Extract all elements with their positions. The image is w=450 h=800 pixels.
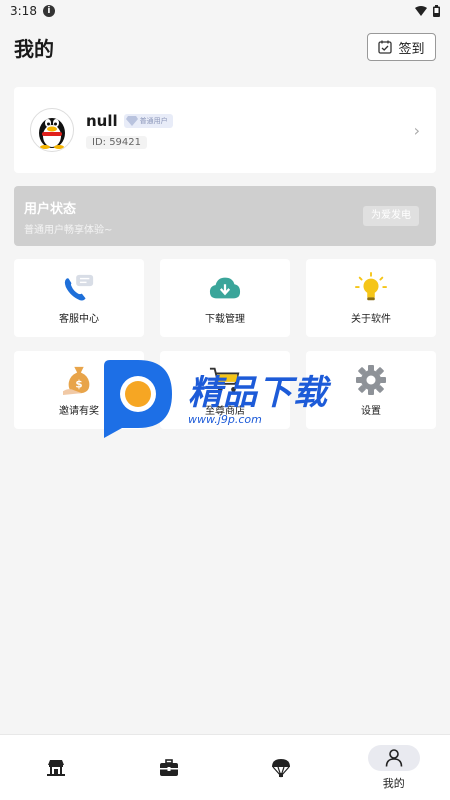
tile-label: 关于软件 <box>351 313 391 325</box>
lightbulb-icon <box>355 271 387 304</box>
info-icon: i <box>42 5 55 17</box>
signin-button[interactable]: 签到 <box>367 33 436 61</box>
signin-label: 签到 <box>398 41 425 57</box>
parachute-icon <box>255 755 307 781</box>
calendar-check-icon <box>378 40 393 54</box>
page-title: 我的 <box>14 36 54 61</box>
tile-label: 下载管理 <box>205 313 245 325</box>
tile-label: 邀请有奖 <box>59 405 99 417</box>
home-stall-icon <box>30 755 82 781</box>
profile-card[interactable]: null 普通用户 ID: 59421 › <box>14 87 436 173</box>
profile-info: null 普通用户 ID: 59421 <box>86 112 173 149</box>
status-bar: 3:18 i <box>0 0 450 22</box>
tile-download-manager[interactable]: 下载管理 <box>160 259 290 337</box>
wifi-icon <box>415 6 427 16</box>
support-button[interactable]: 为爱发电 <box>363 206 419 226</box>
nav-label-mine: 我的 <box>382 776 405 790</box>
money-bag-icon: $ <box>63 364 95 396</box>
penguin-avatar-icon <box>39 118 65 149</box>
user-status-banner: 用户状态 普通用户畅享体验~ 为爱发电 <box>14 186 436 246</box>
watermark-url: www.j9p.com <box>188 412 262 426</box>
gear-icon <box>355 364 387 396</box>
watermark-title: 精品下载 <box>188 372 328 413</box>
watermark-text: 精品下载 www.j9p.com <box>188 373 328 426</box>
nav-item-mine[interactable]: 我的 <box>338 735 450 800</box>
phone-chat-icon <box>63 272 95 304</box>
diamond-icon <box>125 115 138 126</box>
header: 我的 签到 <box>0 22 450 72</box>
person-icon <box>367 744 420 771</box>
avatar[interactable] <box>30 108 74 152</box>
tile-label: 设置 <box>361 405 381 417</box>
status-time: 3:18 <box>10 4 37 18</box>
chevron-right-icon: › <box>413 120 420 140</box>
svg-text:$: $ <box>75 378 82 390</box>
member-badge-label: 普通用户 <box>139 116 168 125</box>
cloud-download-icon <box>209 272 241 304</box>
tile-customer-service[interactable]: 客服中心 <box>14 259 144 337</box>
tile-about-app[interactable]: 关于软件 <box>306 259 436 337</box>
watermark: 精品下载 www.j9p.com <box>98 358 358 440</box>
battery-icon <box>433 5 440 17</box>
tile-label: 客服中心 <box>59 313 99 325</box>
toolbox-icon <box>143 755 195 781</box>
bottom-nav: 我的 <box>0 734 450 800</box>
watermark-logo-icon <box>104 360 172 438</box>
nav-item-toolbox[interactable] <box>113 735 226 800</box>
name-row: null 普通用户 <box>86 112 173 130</box>
username: null <box>86 111 118 130</box>
nav-item-home[interactable] <box>0 735 113 800</box>
status-icons <box>415 5 440 17</box>
nav-item-explore[interactable] <box>225 735 338 800</box>
user-id: ID: 59421 <box>86 135 148 149</box>
member-badge: 普通用户 <box>123 113 173 128</box>
